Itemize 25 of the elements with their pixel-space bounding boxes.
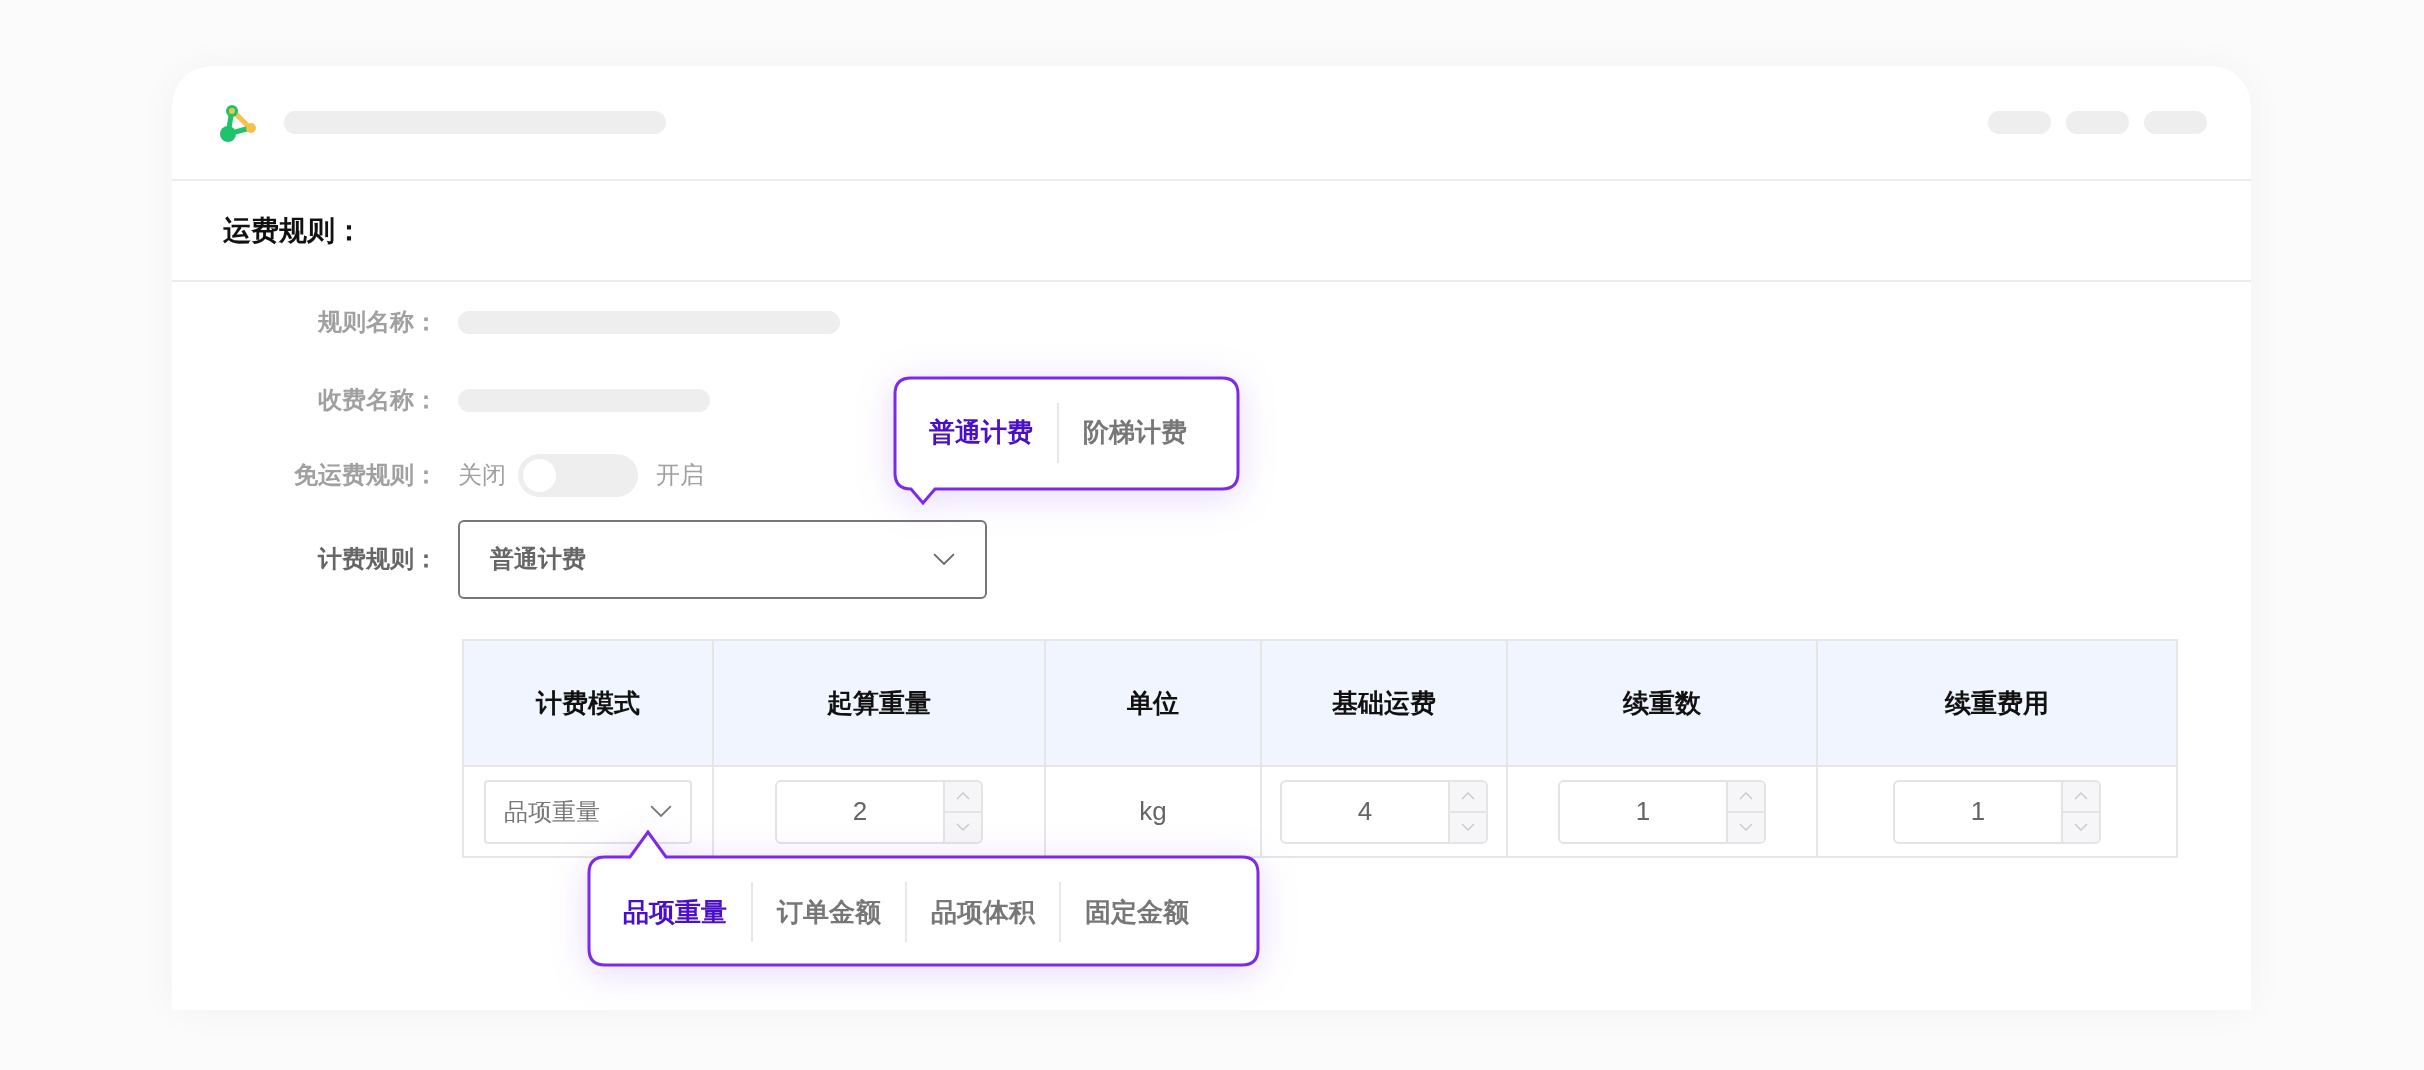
number-input[interactable]: 1 (1558, 779, 1766, 844)
dropdown-option[interactable]: 品项体积 (907, 892, 1059, 932)
switch-on-label: 开启 (656, 460, 704, 490)
field-label: 计费规则： (316, 544, 439, 574)
column-header: 基础运费 (1261, 640, 1507, 766)
switch-off-label: 关闭 (458, 460, 506, 490)
dropdown-option[interactable]: 品项重量 (599, 892, 751, 932)
column-header: 计费模式 (463, 640, 713, 766)
dropdown-option[interactable]: 订单金额 (753, 892, 905, 932)
select-field[interactable]: 普通计费 (458, 519, 987, 599)
column-header: 续重数 (1507, 640, 1817, 766)
column-header: 续重费用 (1817, 640, 2177, 766)
dropdown-option[interactable]: 阶梯计费 (1059, 413, 1211, 452)
select-field[interactable]: 品项重量 (484, 779, 692, 844)
column-header: 单位 (1045, 640, 1261, 766)
field-label: 规则名称： (316, 307, 439, 337)
dropdown-option[interactable]: 普通计费 (905, 413, 1057, 452)
field-label: 收费名称： (317, 385, 439, 415)
section-title: 运费规则： (223, 213, 363, 248)
column-header: 起算重量 (713, 640, 1045, 766)
dropdown-option[interactable]: 固定金额 (1061, 892, 1213, 932)
number-input[interactable]: 4 (1280, 779, 1488, 844)
number-input[interactable]: 2 (775, 779, 983, 844)
field-label: 免运费规则： (293, 460, 439, 490)
number-input[interactable]: 1 (1893, 779, 2101, 844)
